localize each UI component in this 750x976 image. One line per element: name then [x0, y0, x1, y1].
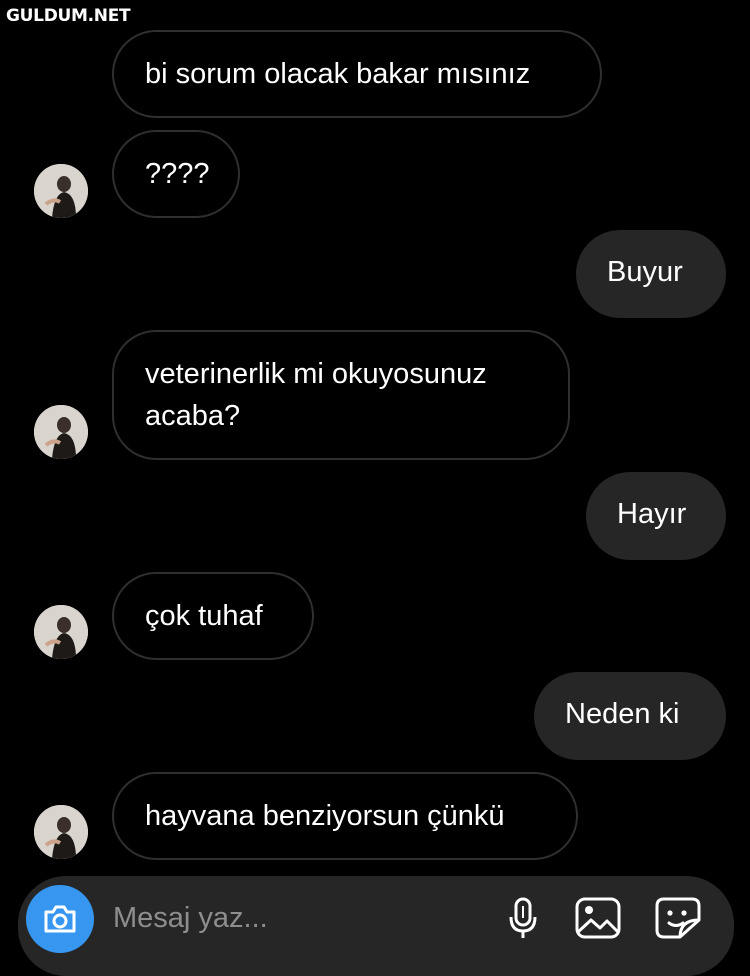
- message-composer: Mesaj yaz...: [18, 876, 734, 976]
- message-bubble-outgoing[interactable]: Hayır: [586, 472, 726, 560]
- message-bubble-incoming[interactable]: veterinerlik mi okuyosunuz acaba?: [112, 330, 570, 460]
- sticker-icon[interactable]: [654, 896, 702, 940]
- avatar[interactable]: [34, 164, 88, 218]
- message-bubble-incoming[interactable]: çok tuhaf: [112, 572, 314, 660]
- message-text-line: veterinerlik mi okuyosunuz: [145, 358, 487, 390]
- message-text: ????: [145, 158, 210, 190]
- message-text: hayvana benziyorsun çünkü: [145, 800, 505, 832]
- message-text: bi sorum olacak bakar mısınız: [145, 58, 531, 90]
- avatar[interactable]: [34, 605, 88, 659]
- message-text: çok tuhaf: [145, 600, 263, 632]
- message-bubble-outgoing[interactable]: Buyur: [576, 230, 726, 318]
- microphone-icon[interactable]: [506, 896, 540, 940]
- message-text: Hayır: [617, 498, 687, 530]
- message-text: Neden ki: [565, 698, 680, 730]
- camera-icon: [44, 905, 76, 933]
- avatar[interactable]: [34, 405, 88, 459]
- message-bubble-outgoing[interactable]: Neden ki: [534, 672, 726, 760]
- message-text-line: acaba?: [145, 400, 241, 432]
- avatar[interactable]: [34, 805, 88, 859]
- gallery-icon[interactable]: [574, 896, 622, 940]
- camera-button[interactable]: [26, 885, 94, 953]
- message-input[interactable]: Mesaj yaz...: [113, 902, 268, 935]
- message-text: Buyur: [607, 256, 683, 288]
- message-bubble-incoming[interactable]: ????: [112, 130, 240, 218]
- message-bubble-incoming[interactable]: bi sorum olacak bakar mısınız: [112, 30, 602, 118]
- watermark-logo: GULDUM.NET: [6, 6, 131, 26]
- message-bubble-incoming[interactable]: hayvana benziyorsun çünkü: [112, 772, 578, 860]
